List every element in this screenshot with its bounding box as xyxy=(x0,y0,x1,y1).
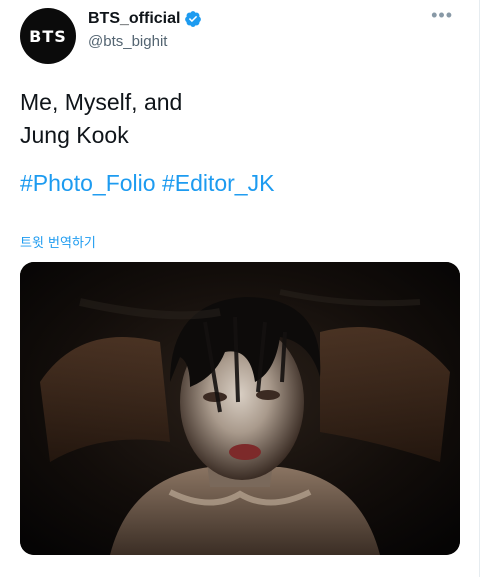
avatar-logo-text: BTS xyxy=(29,26,67,46)
hashtag-row: #Photo_Folio #Editor_JK xyxy=(20,170,274,197)
portrait-photo-image xyxy=(20,262,460,555)
tweet-text-line: Me, Myself, and xyxy=(20,89,183,115)
avatar[interactable]: BTS xyxy=(20,8,76,64)
display-name-row[interactable]: BTS_official xyxy=(88,10,202,28)
display-name[interactable]: BTS_official xyxy=(88,10,180,28)
translate-tweet-link[interactable]: 트윗 번역하기 xyxy=(20,232,96,251)
tweet-photo[interactable] xyxy=(20,262,460,555)
hashtag-editor-jk[interactable]: #Editor_JK xyxy=(162,170,275,196)
tweet-text: Me, Myself, and Jung Kook xyxy=(20,86,460,152)
tweet-text-line: Jung Kook xyxy=(20,122,129,148)
more-horizontal-icon[interactable]: ••• xyxy=(431,6,453,24)
user-handle[interactable]: @bts_bighit xyxy=(88,33,167,50)
hashtag-photo-folio[interactable]: #Photo_Folio xyxy=(20,170,156,196)
verified-badge-icon xyxy=(185,11,202,27)
tweet-card: BTS BTS_official @bts_bighit ••• Me, Mys… xyxy=(0,0,480,577)
